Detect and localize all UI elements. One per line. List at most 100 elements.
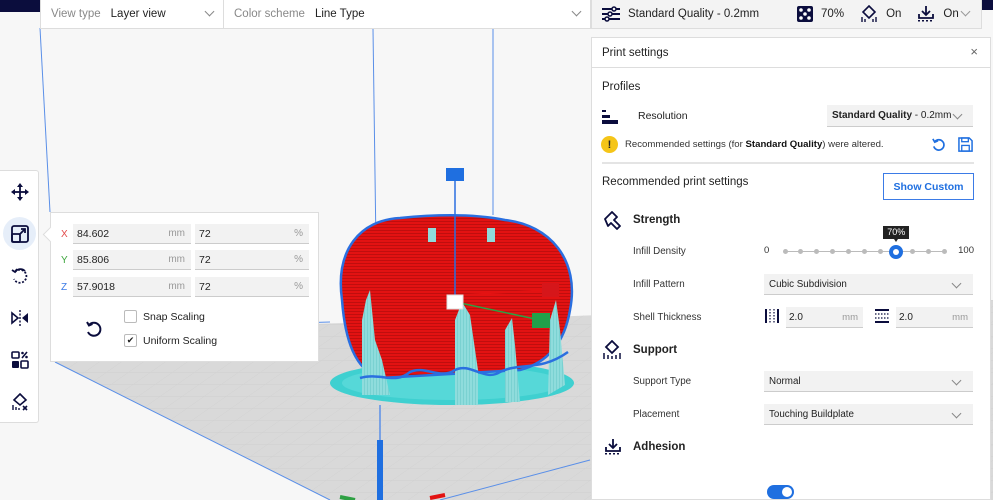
unit: mm xyxy=(168,281,185,292)
placement-dropdown[interactable]: Touching Buildplate xyxy=(764,404,973,425)
infill-summary: 70% xyxy=(821,8,845,20)
scale-row-z: Z 57.9018 mm 72% xyxy=(61,277,309,297)
checkbox-checked[interactable]: ✔ xyxy=(124,334,137,347)
value: 72 xyxy=(199,227,211,240)
unit: mm xyxy=(168,254,185,265)
print-settings-summary-button[interactable]: Standard Quality - 0.2mm 70% On On xyxy=(591,0,982,29)
rotate-icon xyxy=(11,267,27,284)
show-custom-button[interactable]: Show Custom xyxy=(883,173,974,200)
chevron-down-icon xyxy=(204,6,215,17)
slider-step-dot xyxy=(798,249,804,254)
uniform-scaling-label: Uniform Scaling xyxy=(143,334,218,347)
save-profile-button[interactable] xyxy=(958,137,973,152)
support-type-dropdown[interactable]: Normal xyxy=(764,371,973,392)
resolution-layer-height: - 0.2mm xyxy=(912,110,952,121)
gizmo-x-handle[interactable] xyxy=(542,283,559,297)
title-bar-fragment xyxy=(0,0,40,12)
rotate-tool-button[interactable] xyxy=(3,259,36,292)
snap-scaling-checkbox[interactable]: Snap Scaling xyxy=(124,310,205,323)
title-bar-fragment xyxy=(981,0,993,10)
support-blocker-icon xyxy=(11,392,28,411)
unit: mm xyxy=(842,311,858,323)
warning-profile: Standard Quality xyxy=(745,139,823,150)
print-settings-panel: Print settings × Profiles Resolution Sta… xyxy=(591,37,991,500)
reset-scale-button[interactable] xyxy=(84,319,106,341)
mirror-icon xyxy=(10,309,28,326)
axis-label-y: Y xyxy=(61,254,68,266)
resolution-dropdown[interactable]: Standard Quality - 0.2mm xyxy=(827,105,973,127)
scale-x-mm-input[interactable]: 84.602 mm xyxy=(73,224,191,244)
infill-pattern-value: Cubic Subdivision xyxy=(769,278,847,290)
scale-y-percent-input[interactable]: 72% xyxy=(195,250,309,270)
save-icon xyxy=(958,137,973,152)
unit: % xyxy=(294,281,303,292)
slider-step-dot xyxy=(909,249,915,254)
profile-summary: Standard Quality - 0.2mm xyxy=(628,8,760,20)
value: 84.602 xyxy=(77,227,110,240)
top-bottom-thickness-input[interactable]: 2.0 mm xyxy=(896,307,973,328)
infill-pattern-dropdown[interactable]: Cubic Subdivision xyxy=(764,274,973,295)
unit: % xyxy=(294,228,303,239)
gizmo-z-handle[interactable] xyxy=(446,168,464,181)
scale-x-percent-input[interactable]: 72% xyxy=(195,224,309,244)
placement-label: Placement xyxy=(633,409,680,420)
slider-tooltip: 70% xyxy=(883,226,910,242)
divider xyxy=(602,162,974,164)
color-scheme-value: Line Type xyxy=(314,8,365,20)
adhesion-title: Adhesion xyxy=(633,441,686,453)
chevron-down-icon xyxy=(571,6,582,17)
gizmo-y-handle[interactable] xyxy=(532,313,550,328)
support-type-value: Normal xyxy=(769,375,801,387)
profiles-title: Profiles xyxy=(602,81,641,93)
shell-thickness-label: Shell Thickness xyxy=(633,312,702,323)
slider-step-dot xyxy=(941,249,947,254)
warning-icon: ! xyxy=(601,136,618,153)
support-summary: On xyxy=(886,8,902,20)
scale-z-mm-input[interactable]: 57.9018 mm xyxy=(73,277,191,297)
color-scheme-label: Color scheme xyxy=(234,8,305,20)
mirror-tool-button[interactable] xyxy=(3,301,36,334)
per-model-settings-button[interactable] xyxy=(3,343,36,376)
support-title: Support xyxy=(633,344,678,356)
snap-scaling-label: Snap Scaling xyxy=(143,310,205,323)
support-blocker-button[interactable] xyxy=(3,385,36,418)
gizmo-center-handle[interactable] xyxy=(446,294,464,310)
slider-step-dot xyxy=(846,249,852,254)
adhesion-summary: On xyxy=(943,8,959,20)
chevron-down-icon xyxy=(951,408,962,419)
resolution-profile: Standard Quality xyxy=(832,110,913,121)
chevron-down-icon xyxy=(952,109,963,120)
view-type-dropdown[interactable]: View type Layer view xyxy=(41,0,224,28)
adhesion-icon xyxy=(917,5,935,23)
wall-thickness-input[interactable]: 2.0 mm xyxy=(786,307,863,328)
close-icon[interactable]: × xyxy=(970,45,978,59)
unit: % xyxy=(294,254,303,265)
scale-tool-button[interactable] xyxy=(3,217,36,250)
slider-step-dot xyxy=(862,249,867,254)
strength-icon xyxy=(602,211,622,234)
axis-label-x: X xyxy=(61,228,68,240)
slider-handle[interactable] xyxy=(889,245,904,259)
move-tool-button[interactable] xyxy=(3,175,36,208)
scale-y-mm-input[interactable]: 85.806 mm xyxy=(73,250,191,270)
reset-profile-button[interactable] xyxy=(931,137,946,152)
view-bar: View type Layer view Color scheme Line T… xyxy=(40,0,591,29)
axis-label-z: Z xyxy=(61,281,68,293)
adhesion-toggle[interactable] xyxy=(767,485,794,499)
move-icon xyxy=(10,182,29,201)
reset-icon xyxy=(932,138,945,151)
scale-z-percent-input[interactable]: 72% xyxy=(195,277,309,297)
sliders-icon xyxy=(602,6,620,22)
color-scheme-dropdown[interactable]: Color scheme Line Type xyxy=(224,0,590,28)
value: 2.0 xyxy=(899,311,913,323)
view-type-label: View type xyxy=(51,8,101,20)
uniform-scaling-checkbox[interactable]: ✔ Uniform Scaling xyxy=(124,334,217,347)
checkbox[interactable] xyxy=(124,310,137,323)
support-icon xyxy=(860,5,878,23)
adhesion-icon xyxy=(604,438,622,459)
scale-panel: X 84.602 mm 72% Y 85.806 mm 72% Z 57.9018 m… xyxy=(50,212,319,362)
infill-density-slider[interactable]: 0 70% 100 xyxy=(764,226,974,262)
value: 2.0 xyxy=(789,311,803,323)
strength-title: Strength xyxy=(633,214,681,226)
slider-step-dot xyxy=(782,249,788,254)
